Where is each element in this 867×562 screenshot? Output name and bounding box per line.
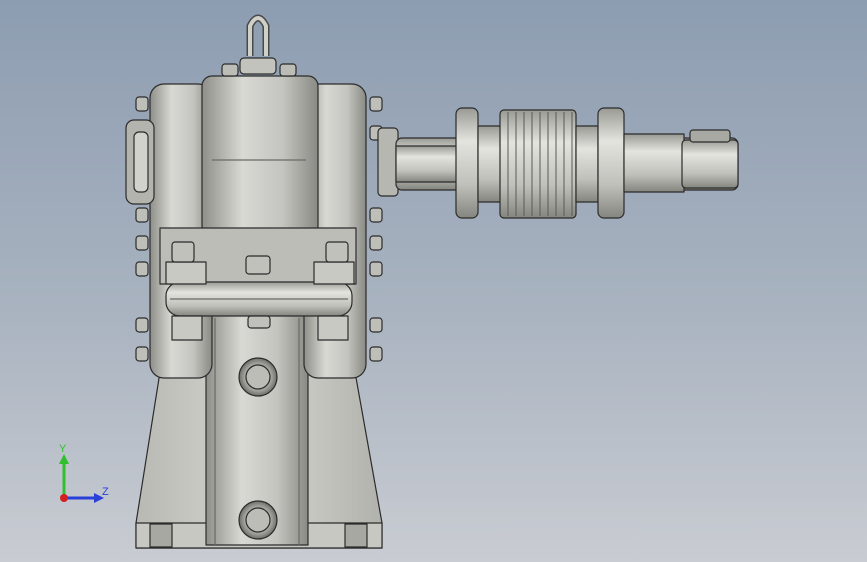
right-flange bbox=[377, 127, 399, 197]
shaft-collar-left bbox=[455, 107, 479, 219]
base-left-pad bbox=[149, 523, 173, 548]
graphics-viewport[interactable]: Y Z bbox=[0, 0, 867, 562]
keyway bbox=[689, 129, 731, 143]
shaft-collar-right bbox=[597, 107, 625, 219]
pinion-gear bbox=[499, 109, 577, 219]
gearbox-3d-model[interactable] bbox=[0, 0, 867, 562]
coordinate-triad: Y Z bbox=[40, 440, 120, 510]
triad-axes bbox=[59, 454, 104, 503]
x-axis-dot bbox=[60, 494, 68, 502]
y-axis-label: Y bbox=[59, 443, 67, 455]
shaft-end bbox=[681, 139, 739, 189]
housing-top-block bbox=[201, 75, 319, 237]
base-right-pad bbox=[344, 523, 368, 548]
z-axis-label: Z bbox=[102, 486, 109, 498]
